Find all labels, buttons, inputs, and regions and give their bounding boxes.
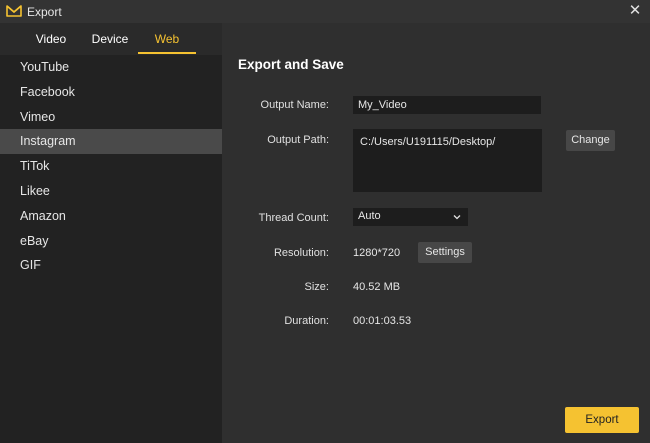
export-button[interactable]: Export	[565, 407, 639, 433]
close-icon[interactable]: ✕	[626, 2, 644, 20]
platform-item-instagram[interactable]: Instagram	[0, 129, 222, 155]
title-bar: Export ✕	[0, 0, 650, 23]
left-panel: Video Device Web YouTube Facebook Vimeo …	[0, 23, 222, 443]
page-title: Export and Save	[238, 57, 344, 72]
window-title: Export	[27, 5, 62, 19]
platform-item-vimeo[interactable]: Vimeo	[0, 105, 222, 130]
tab-device[interactable]: Device	[84, 23, 136, 55]
platform-item-likee[interactable]: Likee	[0, 179, 222, 204]
platform-item-ebay[interactable]: eBay	[0, 229, 222, 254]
active-tab-indicator	[138, 52, 196, 54]
platform-item-gif[interactable]: GIF	[0, 253, 222, 278]
resolution-label: Resolution:	[273, 247, 329, 259]
output-path-label: Output Path:	[267, 134, 329, 146]
resolution-value: 1280*720	[353, 247, 401, 259]
platform-item-youtube[interactable]: YouTube	[0, 55, 222, 80]
thread-count-value: Auto	[358, 210, 381, 222]
platform-item-amazon[interactable]: Amazon	[0, 204, 222, 229]
export-window: Export ✕ Video Device Web YouTube Facebo…	[0, 0, 650, 443]
change-path-button[interactable]: Change	[566, 130, 615, 151]
output-path-value: C:/Users/U191115/Desktop/	[360, 136, 496, 148]
duration-label: Duration:	[284, 315, 329, 327]
platform-item-titok[interactable]: TiTok	[0, 154, 222, 179]
platform-item-facebook[interactable]: Facebook	[0, 80, 222, 105]
output-path-field[interactable]: C:/Users/U191115/Desktop/	[353, 129, 542, 192]
duration-value: 00:01:03.53	[353, 315, 412, 327]
thread-count-label: Thread Count:	[258, 212, 329, 224]
size-value: 40.52 MB	[353, 281, 401, 293]
platform-list: YouTube Facebook Vimeo Instagram TiTok L…	[0, 55, 222, 278]
output-name-label: Output Name:	[260, 99, 329, 111]
tab-web[interactable]: Web	[138, 23, 196, 55]
chevron-down-icon	[453, 215, 461, 220]
size-label: Size:	[304, 281, 329, 293]
app-logo-icon	[6, 5, 22, 17]
settings-button[interactable]: Settings	[418, 242, 472, 263]
tab-bar: Video Device Web	[0, 23, 222, 55]
thread-count-select[interactable]: Auto	[353, 208, 468, 226]
export-settings-panel: Export and Save Output Name: Output Path…	[222, 23, 650, 443]
output-name-input[interactable]	[353, 96, 541, 114]
tab-video[interactable]: Video	[28, 23, 74, 55]
